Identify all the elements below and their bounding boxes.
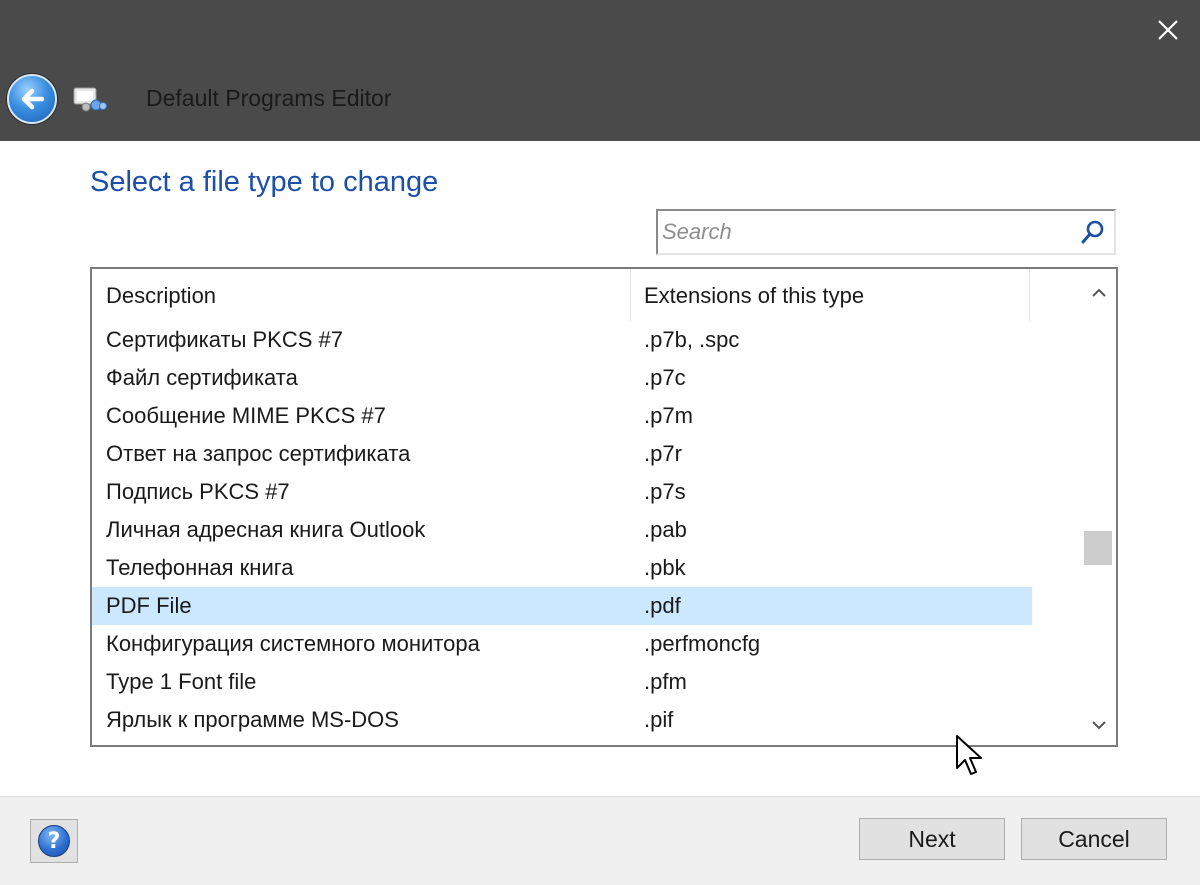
scroll-thumb[interactable] <box>1084 531 1112 565</box>
row-description: Конфигурация системного монитора <box>106 631 480 656</box>
row-description: Подпись PKCS #7 <box>106 479 290 504</box>
row-extensions: .pdf <box>644 593 681 618</box>
mouse-cursor-icon <box>956 735 982 775</box>
row-extensions: .p7b, .spc <box>644 327 740 352</box>
window-title: Default Programs Editor <box>146 85 392 111</box>
next-button[interactable]: Next <box>859 818 1005 860</box>
table-row[interactable]: Ответ на запрос сертификата .p7r <box>92 435 1032 473</box>
close-button[interactable] <box>1138 4 1198 56</box>
help-button[interactable]: ? <box>30 819 78 863</box>
help-icon: ? <box>38 825 70 857</box>
row-extensions: .pab <box>644 517 687 542</box>
file-type-list[interactable]: Description Extensions of this type Серт… <box>90 267 1118 747</box>
table-row[interactable]: Type 1 Font file .pfm <box>92 663 1032 701</box>
row-description: Личная адресная книга Outlook <box>106 517 426 542</box>
row-extensions: .p7r <box>644 441 682 466</box>
table-row[interactable]: PDF File .pdf <box>92 587 1032 625</box>
row-description: Ярлык к программе MS-DOS <box>106 707 399 732</box>
back-arrow-icon <box>21 88 45 110</box>
column-header-description[interactable]: Description <box>92 269 631 321</box>
row-description: Сообщение MIME PKCS #7 <box>106 403 386 428</box>
table-row[interactable]: Телефонная книга .pbk <box>92 549 1032 587</box>
row-extensions: .p7m <box>644 403 693 428</box>
search-box <box>656 209 1116 255</box>
title-bar: Default Programs Editor <box>0 0 1200 141</box>
table-row[interactable]: Ярлык к программе MS-DOS .pif <box>92 701 1032 739</box>
chevron-down-icon <box>1092 721 1106 730</box>
table-row[interactable]: Подпись PKCS #7 .p7s <box>92 473 1032 511</box>
page-heading: Select a file type to change <box>90 166 439 198</box>
row-extensions: .p7c <box>644 365 686 390</box>
row-extensions: .pif <box>644 707 674 732</box>
search-icon[interactable] <box>1078 218 1108 248</box>
table-row[interactable]: Сертификаты PKCS #7 .p7b, .spc <box>92 321 1032 359</box>
table-row[interactable]: Личная адресная книга Outlook .pab <box>92 511 1032 549</box>
default-programs-editor-icon <box>73 87 107 112</box>
chevron-up-icon <box>1092 288 1106 297</box>
scroll-down-button[interactable] <box>1082 705 1116 745</box>
column-header-extensions[interactable]: Extensions of this type <box>631 269 1030 321</box>
row-description: PDF File <box>106 593 192 618</box>
table-row[interactable]: Файл сертификата .p7c <box>92 359 1032 397</box>
row-extensions: .perfmoncfg <box>644 631 761 656</box>
list-rows: Сертификаты PKCS #7 .p7b, .spc Файл сертиф… <box>92 321 1032 739</box>
search-input[interactable] <box>662 215 1072 249</box>
table-row[interactable]: Конфигурация системного монитора .perfmon… <box>92 625 1032 663</box>
row-extensions: .pbk <box>644 555 686 580</box>
list-header: Description Extensions of this type <box>92 269 1032 321</box>
vertical-scrollbar[interactable] <box>1082 269 1116 745</box>
row-extensions: .pfm <box>644 669 687 694</box>
cancel-button[interactable]: Cancel <box>1021 818 1167 860</box>
row-description: Файл сертификата <box>106 365 298 390</box>
row-description: Телефонная книга <box>106 555 294 580</box>
row-description: Ответ на запрос сертификата <box>106 441 411 466</box>
table-row[interactable]: Сообщение MIME PKCS #7 .p7m <box>92 397 1032 435</box>
row-extensions: .p7s <box>644 479 686 504</box>
footer-bar <box>0 796 1200 885</box>
scroll-up-button[interactable] <box>1082 273 1116 313</box>
row-description: Type 1 Font file <box>106 669 257 694</box>
back-button[interactable] <box>7 74 57 124</box>
close-icon <box>1158 20 1178 40</box>
row-description: Сертификаты PKCS #7 <box>106 327 343 352</box>
